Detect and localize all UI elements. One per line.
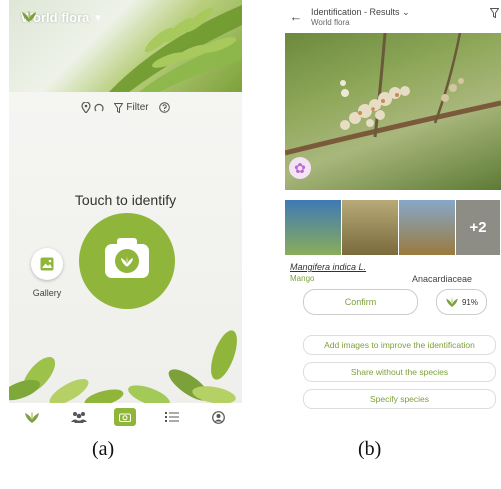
community-icon [70,412,87,423]
specify-species-button[interactable]: Specify species [303,389,496,409]
confidence-score: 91% [461,297,478,307]
filter-label: Filter [126,102,149,113]
camera-icon [114,408,137,426]
app-title-switcher[interactable]: World flora ▾ [21,10,101,25]
loading-spinner-icon [94,103,104,111]
camera-icon [105,238,149,278]
camera-capture-button[interactable] [79,213,175,309]
profile-icon [212,410,226,424]
main-result-photo[interactable] [285,33,501,190]
common-name: Mango [290,274,315,283]
location-pin-icon [81,102,91,113]
caption-b: (b) [358,438,382,460]
gallery-label: Gallery [32,288,62,298]
share-without-species-button[interactable]: Share without the species [303,362,496,382]
nav-camera[interactable] [113,407,137,427]
chevron-down-icon: ▾ [95,12,101,24]
filter-button[interactable]: Filter [114,102,149,113]
back-arrow-icon[interactable]: ← [281,9,311,24]
filter-icon [114,102,124,113]
help-button[interactable] [158,102,170,113]
species-name-link[interactable]: Mangifera indica L. [290,262,366,272]
plant-lens-icon [120,255,134,267]
nav-community[interactable] [67,407,91,427]
nav-list[interactable] [160,407,184,427]
header-title[interactable]: Identification - Results ⌄ [311,7,410,18]
confidence-score-badge: 91% [436,289,487,315]
gallery-button[interactable] [31,248,63,280]
help-icon [158,102,170,113]
plant-logo-icon [22,10,36,22]
thumbnail-image[interactable] [285,200,341,255]
mango-flower-illustration [285,33,501,156]
nav-plants[interactable] [20,407,44,427]
bottom-navigation [9,403,242,431]
family-name: Anacardiaceae [412,274,473,284]
flower-organ-icon: ✿ [289,157,311,179]
foliage-decoration [9,330,237,405]
chevron-down-icon: ⌄ [402,6,410,17]
reference-thumbnails: +2 [285,200,501,255]
header-titles: Identification - Results ⌄ World flora [311,7,410,27]
phone-a-home-screen: World flora ▾ Filter Touch to identify G… [9,0,242,431]
thumbnail-image[interactable] [399,200,455,255]
thumbnail-image[interactable] [342,200,398,255]
add-images-button[interactable]: Add images to improve the identification [303,335,496,355]
phone-b-results-screen: ← Identification - Results ⌄ World flora [281,0,501,431]
plant-icon [446,297,458,307]
results-header: ← Identification - Results ⌄ World flora [281,0,501,33]
more-images-thumbnail[interactable]: +2 [456,200,500,255]
list-icon [165,412,180,422]
home-toolbar: Filter [9,102,242,113]
image-gallery-icon [40,257,54,271]
location-button[interactable] [81,102,104,113]
hero-fern-image: World flora ▾ [9,0,242,92]
plant-icon [25,411,40,423]
nav-profile[interactable] [207,407,231,427]
identify-prompt: Touch to identify [74,192,177,208]
filter-icon[interactable] [490,8,499,18]
caption-a: (a) [92,438,115,460]
confirm-button[interactable]: Confirm [303,289,418,315]
header-subtitle: World flora [311,17,350,27]
